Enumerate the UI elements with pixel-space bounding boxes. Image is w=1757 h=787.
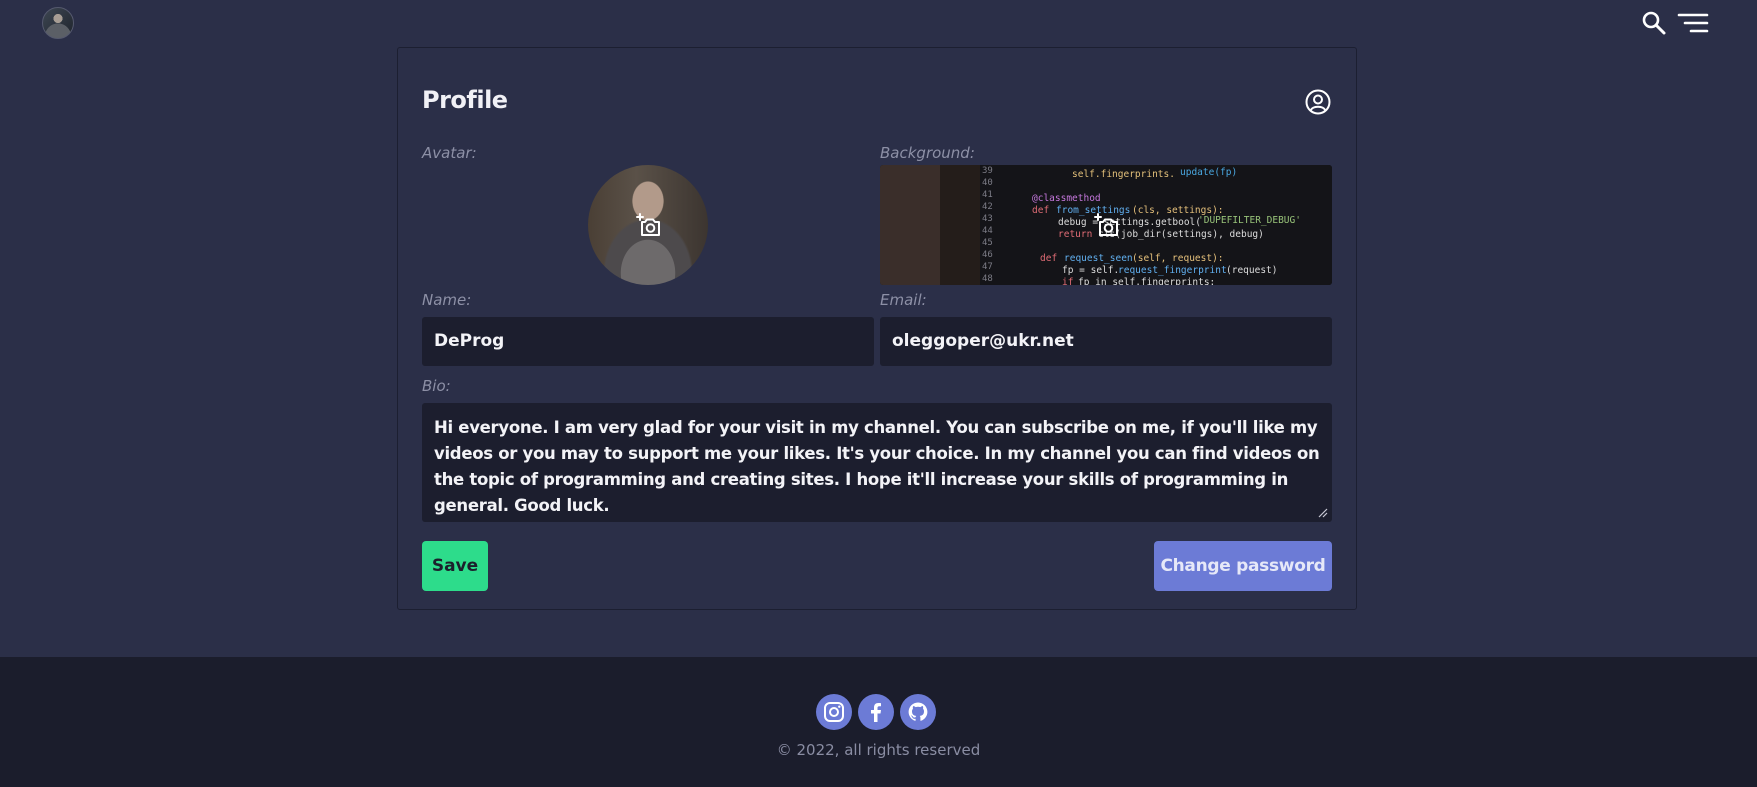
bio-text: Hi everyone. I am very glad for your vis… <box>434 418 1320 515</box>
svg-text:44: 44 <box>982 226 993 236</box>
page-title: Profile <box>422 86 508 114</box>
email-input[interactable]: oleggoper@ukr.net <box>880 317 1332 366</box>
user-avatar[interactable] <box>42 7 74 39</box>
avatar-upload[interactable] <box>588 165 708 285</box>
github-icon <box>908 702 928 721</box>
svg-text:if: if <box>1062 277 1073 285</box>
svg-text:cls(job_dir(settings), debug): cls(job_dir(settings), debug) <box>1098 229 1264 240</box>
svg-text:43: 43 <box>982 214 993 224</box>
svg-text:(request): (request) <box>1226 265 1277 276</box>
svg-text:41: 41 <box>982 190 993 200</box>
svg-text:@classmethod: @classmethod <box>1032 193 1101 204</box>
svg-text:def: def <box>1040 253 1057 264</box>
svg-text:46: 46 <box>982 250 993 260</box>
svg-text:debug = settings.getbool(: debug = settings.getbool( <box>1058 217 1201 228</box>
background-image: 39 40 41 42 43 44 45 46 47 48 self.fingerprint… <box>880 165 1332 285</box>
github-link[interactable] <box>900 694 936 730</box>
svg-text:48: 48 <box>982 274 993 284</box>
background-label: Background: <box>880 144 975 162</box>
svg-text:45: 45 <box>982 238 993 248</box>
svg-text:42: 42 <box>982 202 993 212</box>
bio-label: Bio: <box>422 377 451 395</box>
save-button[interactable]: Save <box>422 541 488 591</box>
search-icon[interactable] <box>1641 10 1667 36</box>
copyright-text: © 2022, all rights reserved <box>776 741 981 759</box>
svg-text:(self, request):: (self, request): <box>1132 253 1224 264</box>
svg-text:39: 39 <box>982 166 993 176</box>
facebook-link[interactable] <box>858 694 894 730</box>
svg-text:update(fp): update(fp) <box>1180 167 1237 178</box>
svg-text:def: def <box>1032 205 1049 216</box>
change-password-button[interactable]: Change password <box>1154 541 1332 591</box>
svg-text:fp in self.fingerprints:: fp in self.fingerprints: <box>1078 277 1215 285</box>
name-input[interactable]: DeProg <box>422 317 874 366</box>
facebook-icon <box>871 703 881 722</box>
background-upload[interactable]: 39 40 41 42 43 44 45 46 47 48 self.fingerprint… <box>880 165 1332 285</box>
email-label: Email: <box>880 291 927 309</box>
svg-text:40: 40 <box>982 178 993 188</box>
menu-icon[interactable] <box>1677 12 1709 34</box>
resize-handle-icon[interactable] <box>1318 508 1328 518</box>
instagram-icon <box>824 702 844 722</box>
user-circle-icon <box>1305 89 1331 115</box>
svg-text:request_fingerprint: request_fingerprint <box>1118 265 1227 276</box>
add-photo-icon <box>636 213 660 236</box>
name-label: Name: <box>422 291 472 309</box>
svg-text:47: 47 <box>982 262 993 272</box>
svg-text:return: return <box>1058 229 1092 240</box>
avatar-label: Avatar: <box>422 144 477 162</box>
top-bar <box>0 0 1757 46</box>
instagram-link[interactable] <box>816 694 852 730</box>
svg-text:from_settings: from_settings <box>1056 205 1130 216</box>
profile-card: Profile Avatar: Background: 39 40 41 42 43 4… <box>397 47 1357 610</box>
svg-text:'DUPEFILTER_DEBUG': 'DUPEFILTER_DEBUG' <box>1198 215 1301 226</box>
svg-text:self.fingerprints.: self.fingerprints. <box>1072 169 1175 180</box>
bio-textarea[interactable]: Hi everyone. I am very glad for your vis… <box>422 403 1332 522</box>
svg-text:fp = self.: fp = self. <box>1062 265 1119 276</box>
footer: © 2022, all rights reserved <box>0 657 1757 787</box>
svg-text:request_seen: request_seen <box>1064 253 1133 264</box>
